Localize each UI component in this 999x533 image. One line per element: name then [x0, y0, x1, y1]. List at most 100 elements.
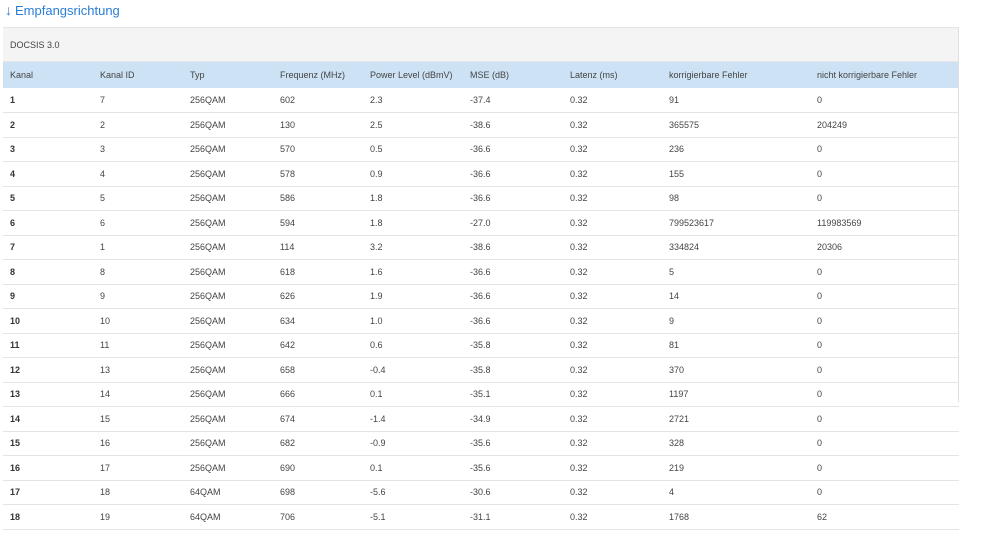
column-header: MSE (dB) [470, 70, 510, 80]
table-cell: 706 [280, 511, 296, 522]
table-cell: 690 [280, 462, 296, 473]
table-row: 6 6 256QAM 594 1.8 -27.0 0.32 799523617 11998356… [3, 211, 959, 235]
table-cell: 0.32 [570, 487, 588, 498]
table-cell: 642 [280, 340, 296, 351]
arrow-down-icon: ↓ [5, 2, 12, 18]
table-cell: -38.6 [470, 242, 491, 253]
channel-number-cell: 7 [10, 242, 16, 253]
table-cell: 0 [817, 438, 823, 449]
docsis-version-label: DOCSIS 3.0 [10, 39, 60, 50]
table-row: 15 16 256QAM 682 -0.9 -35.6 0.32 328 0 [3, 431, 959, 456]
table-cell: 256QAM [190, 266, 226, 277]
table-cell: -35.1 [470, 389, 491, 400]
table-cell: 5 [100, 193, 106, 204]
table-cell: 570 [280, 144, 296, 155]
column-header: Latenz (ms) [570, 70, 618, 80]
table-cell: 6 [100, 217, 106, 228]
table-cell: 14 [669, 291, 680, 302]
channel-number-cell: 15 [10, 438, 21, 449]
section-heading-link[interactable]: ↓ Empfangsrichtung [5, 1, 120, 19]
channel-number-cell: 10 [10, 315, 21, 326]
table-cell: 130 [280, 119, 296, 130]
table-cell: -36.6 [470, 193, 491, 204]
table-cell: 3.2 [370, 242, 383, 253]
table-cell: -0.4 [370, 364, 386, 375]
table-row: 14 15 256QAM 674 -1.4 -34.9 0.32 2721 0 [3, 407, 959, 431]
channel-number-cell: 17 [10, 487, 21, 498]
table-cell: 256QAM [190, 242, 226, 253]
table-cell: 0 [817, 389, 823, 400]
table-cell: 0.6 [370, 340, 383, 351]
table-cell: 594 [280, 217, 296, 228]
table-cell: 19 [100, 511, 111, 522]
table-cell: 5 [669, 266, 675, 277]
table-cell: 256QAM [190, 119, 226, 130]
table-cell: 0.32 [570, 389, 588, 400]
table-cell: 204249 [817, 119, 848, 130]
table-cell: 0.32 [570, 291, 588, 302]
table-row: 16 17 256QAM 690 0.1 -35.6 0.32 219 0 [3, 456, 959, 480]
column-header: Power Level (dBmV) [370, 70, 453, 80]
table-cell: 7 [100, 95, 106, 105]
table-cell: 256QAM [190, 413, 226, 424]
table-cell: 256QAM [190, 144, 226, 155]
table-cell: 16 [100, 438, 111, 449]
column-header: Kanal ID [100, 70, 135, 80]
table-cell: -34.9 [470, 413, 491, 424]
table-cell: 219 [669, 462, 685, 473]
table-cell: 0.32 [570, 413, 588, 424]
table-cell: 2.3 [370, 95, 383, 105]
table-cell: 0 [817, 95, 823, 105]
table-cell: 9 [669, 315, 675, 326]
table-cell: 15 [100, 413, 111, 424]
table-cell: -0.9 [370, 438, 386, 449]
table-cell: 14 [100, 389, 111, 400]
table-header-row: Kanal Kanal ID Typ Frequenz (MHz) Power Leve… [3, 62, 959, 88]
column-header: Kanal [10, 70, 34, 80]
docsis-section-title: DOCSIS 3.0 [3, 27, 959, 62]
table-cell: 8 [100, 266, 106, 277]
table-cell: 62 [817, 511, 828, 522]
channel-number-cell: 14 [10, 413, 21, 424]
table-cell: 11 [100, 340, 110, 351]
table-cell: 256QAM [190, 340, 226, 351]
table-cell: 0.32 [570, 95, 588, 105]
table-cell: 666 [280, 389, 296, 400]
table-cell: 4 [669, 487, 675, 498]
column-header: nicht korrigierbare Fehler [817, 70, 918, 80]
channel-number-cell: 6 [10, 217, 16, 228]
table-cell: 626 [280, 291, 296, 302]
table-cell: 0.32 [570, 364, 588, 375]
table-cell: 1.9 [370, 291, 383, 302]
table-cell: 64QAM [190, 511, 221, 522]
table-cell: 0 [817, 364, 823, 375]
table-row: 1 7 256QAM 602 2.3 -37.4 0.32 91 0 [3, 88, 959, 113]
table-cell: -36.6 [470, 144, 491, 155]
table-cell: 370 [669, 364, 685, 375]
table-cell: 9 [100, 291, 106, 302]
table-cell: -38.6 [470, 119, 491, 130]
table-cell: -35.8 [470, 340, 491, 351]
table-row: 17 18 64QAM 698 -5.6 -30.6 0.32 4 0 [3, 480, 959, 505]
table-row: 12 13 256QAM 658 -0.4 -35.8 0.32 370 0 [3, 358, 959, 382]
table-cell: 256QAM [190, 291, 226, 302]
table-cell: 20306 [817, 242, 843, 253]
channel-number-cell: 11 [10, 340, 20, 351]
table-cell: 256QAM [190, 315, 226, 326]
table-row: 8 8 256QAM 618 1.6 -36.6 0.32 5 0 [3, 260, 959, 284]
table-cell: 0.32 [570, 119, 588, 130]
table-row: 7 1 256QAM 114 3.2 -38.6 0.32 334824 20306 [3, 235, 959, 260]
table-row: 11 11 256QAM 642 0.6 -35.8 0.32 81 0 [3, 333, 959, 358]
channel-number-cell: 18 [10, 511, 21, 522]
table-cell: 0 [817, 266, 823, 277]
table-body: 1 7 256QAM 602 2.3 -37.4 0.32 91 0 2 2 256QAM 130 2.5… [3, 88, 959, 529]
table-cell: 0 [817, 462, 823, 473]
table-cell: 602 [280, 95, 296, 105]
table-cell: 586 [280, 193, 296, 204]
channel-number-cell: 1 [10, 95, 16, 105]
table-cell: 0 [817, 291, 823, 302]
table-cell: 0 [817, 413, 823, 424]
table-cell: -35.8 [470, 364, 491, 375]
table-cell: 0.32 [570, 511, 588, 522]
channel-number-cell: 12 [10, 364, 21, 375]
